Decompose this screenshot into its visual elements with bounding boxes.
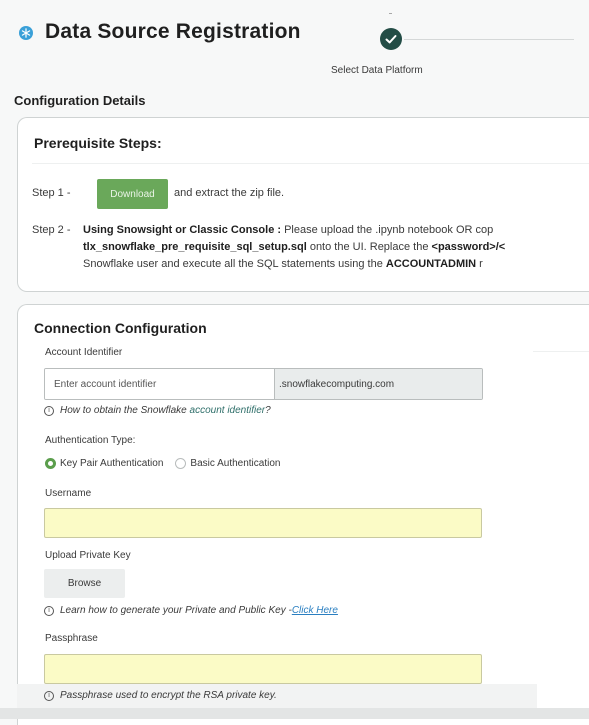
info-icon: i	[44, 405, 54, 416]
step1-text: and extract the zip file.	[174, 187, 285, 199]
step-label[interactable]: Select Data Platform	[331, 65, 423, 76]
browse-button[interactable]: Browse	[44, 569, 125, 598]
connection-configuration-card: Connection Configuration Account Identif…	[17, 304, 589, 725]
username-input[interactable]	[44, 508, 482, 538]
account-identifier-input[interactable]	[45, 369, 275, 399]
account-identifier-group: .snowflakecomputing.com	[44, 368, 483, 400]
auth-type-label: Authentication Type:	[45, 435, 136, 446]
click-here-link[interactable]: Click Here	[292, 605, 338, 616]
radio-key-pair[interactable]	[45, 458, 56, 469]
info-icon: i	[44, 605, 54, 616]
auth-type-radio-group: Key Pair Authentication Basic Authentica…	[45, 458, 280, 469]
divider	[533, 351, 589, 352]
footer-strip	[0, 708, 589, 719]
account-identifier-label: Account Identifier	[45, 347, 123, 358]
info-icon: i	[44, 690, 54, 701]
step-complete-badge[interactable]	[380, 28, 402, 50]
account-identifier-help: i How to obtain the Snowflake account id…	[44, 405, 271, 416]
passphrase-label: Passphrase	[45, 633, 98, 644]
username-label: Username	[45, 488, 92, 499]
radio-key-pair-label[interactable]: Key Pair Authentication	[60, 458, 163, 469]
step2-label: Step 2 -	[32, 224, 71, 236]
page-title: Data Source Registration	[45, 20, 301, 43]
stepper-tick	[389, 13, 392, 14]
step2-line3: Snowflake user and execute all the SQL s…	[83, 258, 483, 270]
passphrase-help: i Passphrase used to encrypt the RSA pri…	[44, 690, 277, 701]
step2-line1: Using Snowsight or Classic Console : Ple…	[83, 224, 494, 236]
snowflake-icon	[19, 26, 33, 40]
step2-line2: tlx_snowflake_pre_requisite_sql_setup.sq…	[83, 241, 506, 253]
prerequisites-card: Prerequisite Steps: Step 1 - Download an…	[17, 117, 589, 292]
download-button[interactable]: Download	[97, 179, 168, 209]
prerequisites-title: Prerequisite Steps:	[34, 135, 162, 151]
divider	[32, 163, 589, 164]
radio-basic[interactable]	[175, 458, 187, 469]
step1-label: Step 1 -	[32, 187, 71, 199]
section-title: Configuration Details	[14, 93, 146, 108]
account-identifier-link[interactable]: account identifier	[190, 405, 266, 416]
stepper-connector	[404, 39, 574, 40]
account-suffix: .snowflakecomputing.com	[275, 369, 482, 399]
checkmark-icon	[385, 35, 397, 44]
radio-basic-label[interactable]: Basic Authentication	[190, 458, 280, 469]
passphrase-input[interactable]	[44, 654, 482, 684]
data-source-registration-page: Data Source Registration Select Data Pla…	[0, 0, 589, 725]
connection-title: Connection Configuration	[34, 320, 207, 336]
private-key-help: i Learn how to generate your Private and…	[44, 605, 338, 616]
private-key-label: Upload Private Key	[45, 550, 131, 561]
